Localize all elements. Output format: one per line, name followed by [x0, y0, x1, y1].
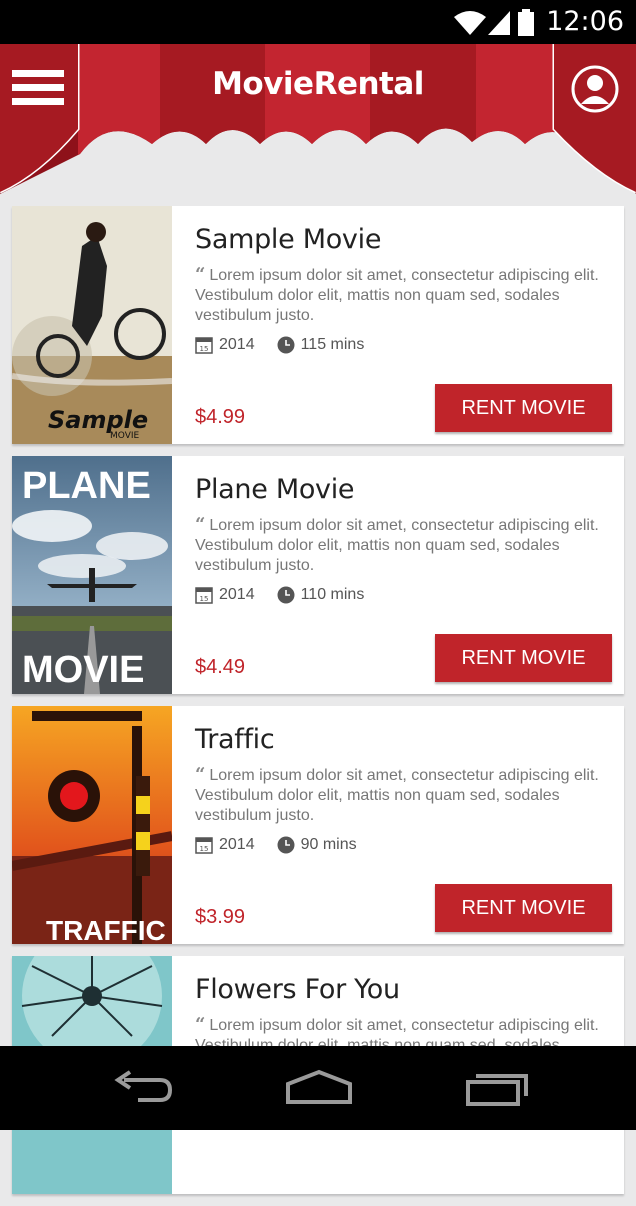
back-button[interactable]: [108, 1068, 178, 1108]
movie-title[interactable]: Flowers For You: [195, 974, 612, 1005]
back-icon: [114, 1070, 173, 1102]
movie-card: Sample MOVIE Sample Movie “Lorem ipsum d…: [12, 206, 624, 444]
movie-duration: 115 mins: [300, 336, 365, 353]
description-text: Lorem ipsum dolor sit amet, consectetur …: [195, 767, 599, 824]
app-title: MovieRental: [212, 66, 424, 102]
movie-title[interactable]: Sample Movie: [195, 224, 612, 255]
rent-movie-button[interactable]: RENT MOVIE: [435, 634, 612, 682]
movie-meta: 15 2014 90 mins: [195, 836, 612, 854]
movie-description: “Lorem ipsum dolor sit amet, consectetur…: [195, 515, 612, 576]
movie-meta: 15 2014 110 mins: [195, 586, 612, 604]
quote-icon: “: [195, 514, 206, 535]
description-text: Lorem ipsum dolor sit amet, consectetur …: [195, 517, 599, 574]
movie-meta: 15 2014 115 mins: [195, 336, 612, 354]
user-avatar-icon: [571, 65, 619, 113]
home-button[interactable]: [284, 1068, 354, 1108]
status-time: 12:06: [546, 6, 624, 37]
app-header: MovieRental: [0, 44, 636, 204]
profile-button[interactable]: [570, 64, 620, 114]
recent-apps-button[interactable]: [462, 1068, 532, 1108]
movie-price: $4.99: [195, 406, 246, 428]
movie-price: $3.99: [195, 906, 246, 928]
movie-poster[interactable]: TRAFFIC: [12, 706, 172, 944]
movie-year: 2014: [219, 586, 255, 603]
movie-year: 2014: [219, 836, 255, 853]
poster-subtitle: MOVIE: [110, 431, 140, 441]
battery-icon: [518, 9, 534, 36]
movie-title[interactable]: Traffic: [195, 724, 612, 755]
movie-poster[interactable]: Sample MOVIE: [12, 206, 172, 444]
clock-icon: [277, 336, 295, 354]
poster-subtitle: MOVIE: [22, 649, 144, 691]
rent-movie-button[interactable]: RENT MOVIE: [435, 384, 612, 432]
movie-price: $4.49: [195, 656, 246, 678]
description-text: Lorem ipsum dolor sit amet, consectetur …: [195, 267, 599, 324]
quote-icon: “: [195, 264, 206, 285]
quote-icon: “: [195, 1014, 206, 1035]
movie-description: “Lorem ipsum dolor sit amet, consectetur…: [195, 265, 612, 326]
navigation-bar: [0, 1046, 636, 1130]
signal-icon: [488, 11, 510, 35]
calendar-icon-day: 15: [200, 345, 209, 353]
calendar-icon: 15: [195, 837, 213, 854]
clock-icon: [277, 836, 295, 854]
movie-description: “Lorem ipsum dolor sit amet, consectetur…: [195, 765, 612, 826]
rent-movie-button[interactable]: RENT MOVIE: [435, 884, 612, 932]
movie-year: 2014: [219, 336, 255, 353]
calendar-icon: 15: [195, 337, 213, 354]
status-bar: 12:06: [0, 0, 636, 44]
calendar-icon-day: 15: [200, 845, 209, 853]
wifi-icon: [454, 11, 486, 35]
poster-title: Sample: [48, 406, 148, 434]
movie-poster[interactable]: PLANE MOVIE: [12, 456, 172, 694]
quote-icon: “: [195, 764, 206, 785]
movie-duration: 110 mins: [300, 586, 365, 603]
movie-duration: 90 mins: [300, 836, 357, 853]
calendar-icon-day: 15: [200, 595, 209, 603]
poster-title: TRAFFIC: [46, 915, 166, 944]
movie-title[interactable]: Plane Movie: [195, 474, 612, 505]
movie-card: TRAFFIC Traffic “Lorem ipsum dolor sit a…: [12, 706, 624, 944]
recent-apps-icon: [466, 1074, 528, 1106]
status-icons: [452, 7, 540, 42]
poster-title: PLANE: [22, 465, 151, 507]
calendar-icon: 15: [195, 587, 213, 604]
movie-card: PLANE MOVIE Plane Movie “Lorem ipsum dol…: [12, 456, 624, 694]
home-icon: [286, 1069, 352, 1104]
clock-icon: [277, 586, 295, 604]
